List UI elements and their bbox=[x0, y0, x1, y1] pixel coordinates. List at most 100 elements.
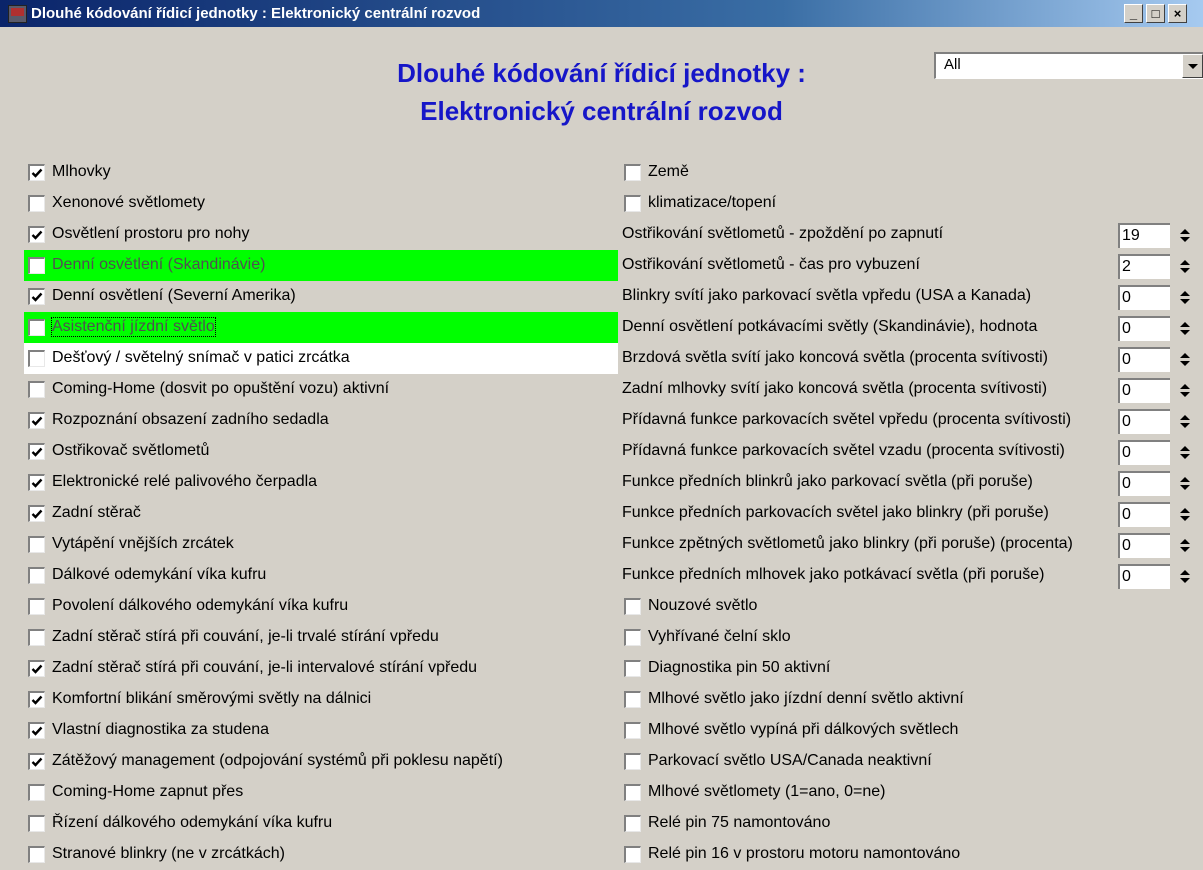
stepper-value[interactable]: 0 bbox=[1118, 564, 1170, 589]
arrow-down-icon[interactable] bbox=[1180, 485, 1190, 490]
stepper-value[interactable]: 0 bbox=[1118, 378, 1170, 403]
left-checkbox-row-6[interactable]: Dešťový / světelný snímač v patici zrcát… bbox=[24, 343, 618, 374]
value-stepper[interactable]: 0 bbox=[1118, 347, 1190, 372]
arrow-up-icon[interactable] bbox=[1180, 384, 1190, 389]
checkbox-checked[interactable] bbox=[28, 288, 45, 305]
checkbox-unchecked[interactable] bbox=[624, 753, 641, 770]
value-stepper[interactable]: 2 bbox=[1118, 254, 1190, 279]
stepper-value[interactable]: 0 bbox=[1118, 471, 1170, 496]
checkbox-unchecked[interactable] bbox=[28, 195, 45, 212]
arrow-down-icon[interactable] bbox=[1180, 392, 1190, 397]
filter-dropdown[interactable]: All bbox=[934, 52, 1203, 79]
value-stepper[interactable]: 0 bbox=[1118, 316, 1190, 341]
checkbox-unchecked[interactable] bbox=[624, 815, 641, 832]
arrow-up-icon[interactable] bbox=[1180, 322, 1190, 327]
checkbox-label: Denní osvětlení (Severní Amerika) bbox=[52, 287, 296, 304]
arrow-up-icon[interactable] bbox=[1180, 508, 1190, 513]
stepper-value[interactable]: 2 bbox=[1118, 254, 1170, 279]
checkbox-checked[interactable] bbox=[28, 164, 45, 181]
arrow-up-icon[interactable] bbox=[1180, 415, 1190, 420]
checkbox-checked[interactable] bbox=[28, 660, 45, 677]
value-stepper[interactable]: 0 bbox=[1118, 471, 1190, 496]
checkbox-label: Komfortní blikání směrovými světly na dá… bbox=[52, 690, 372, 707]
arrow-down-icon[interactable] bbox=[1180, 423, 1190, 428]
checkbox-unchecked[interactable] bbox=[28, 629, 45, 646]
arrow-up-icon[interactable] bbox=[1180, 477, 1190, 482]
arrow-up-icon[interactable] bbox=[1180, 446, 1190, 451]
value-stepper[interactable]: 0 bbox=[1118, 409, 1190, 434]
arrow-down-icon[interactable] bbox=[1180, 578, 1190, 583]
checkbox-label: Zadní stěrač stírá při couvání, je-li tr… bbox=[52, 628, 439, 645]
arrow-up-icon[interactable] bbox=[1180, 260, 1190, 265]
stepper-value[interactable]: 19 bbox=[1118, 223, 1170, 248]
value-stepper[interactable]: 0 bbox=[1118, 533, 1190, 558]
value-stepper[interactable]: 0 bbox=[1118, 378, 1190, 403]
close-button[interactable]: × bbox=[1168, 4, 1187, 23]
checkbox-unchecked[interactable] bbox=[28, 257, 45, 274]
value-stepper[interactable]: 0 bbox=[1118, 440, 1190, 465]
value-stepper[interactable]: 0 bbox=[1118, 285, 1190, 310]
stepper-value[interactable]: 0 bbox=[1118, 347, 1170, 372]
checkbox-unchecked[interactable] bbox=[624, 784, 641, 801]
arrow-up-icon[interactable] bbox=[1180, 570, 1190, 575]
arrow-down-icon[interactable] bbox=[1180, 454, 1190, 459]
value-stepper[interactable]: 0 bbox=[1118, 564, 1190, 589]
checkbox-label: Dešťový / světelný snímač v patici zrcát… bbox=[52, 349, 350, 366]
checkbox-checked[interactable] bbox=[28, 474, 45, 491]
checkbox-unchecked[interactable] bbox=[28, 815, 45, 832]
app-icon[interactable] bbox=[8, 5, 27, 23]
checkbox-checked[interactable] bbox=[28, 226, 45, 243]
checkbox-checked[interactable] bbox=[28, 722, 45, 739]
arrow-down-icon[interactable] bbox=[1180, 237, 1190, 242]
checkbox-unchecked[interactable] bbox=[624, 691, 641, 708]
stepper-value[interactable]: 0 bbox=[1118, 502, 1170, 527]
checkbox-unchecked[interactable] bbox=[28, 536, 45, 553]
stepper-value[interactable]: 0 bbox=[1118, 440, 1170, 465]
checkbox-label: Rozpoznání obsazení zadního sedadla bbox=[52, 411, 329, 428]
checkbox-checked[interactable] bbox=[28, 443, 45, 460]
arrow-down-icon[interactable] bbox=[1180, 268, 1190, 273]
arrow-up-icon[interactable] bbox=[1180, 539, 1190, 544]
checkbox-unchecked[interactable] bbox=[624, 660, 641, 677]
checkbox-unchecked[interactable] bbox=[624, 598, 641, 615]
value-stepper[interactable]: 19 bbox=[1118, 223, 1190, 248]
checkbox-unchecked[interactable] bbox=[624, 164, 641, 181]
minimize-button[interactable]: _ bbox=[1124, 4, 1143, 23]
param-label: Funkce předních parkovacích světel jako … bbox=[622, 504, 1049, 521]
checkbox-unchecked[interactable] bbox=[624, 722, 641, 739]
checkbox-unchecked[interactable] bbox=[624, 195, 641, 212]
maximize-button[interactable]: □ bbox=[1146, 4, 1165, 23]
arrow-up-icon[interactable] bbox=[1180, 229, 1190, 234]
arrow-down-icon[interactable] bbox=[1180, 547, 1190, 552]
checkbox-label: klimatizace/topení bbox=[648, 194, 777, 211]
checkbox-checked[interactable] bbox=[28, 505, 45, 522]
stepper-value[interactable]: 0 bbox=[1118, 316, 1170, 341]
arrow-down-icon[interactable] bbox=[1180, 299, 1190, 304]
checkbox-unchecked[interactable] bbox=[28, 846, 45, 863]
chevron-down-icon[interactable] bbox=[1182, 54, 1203, 78]
stepper-value[interactable]: 0 bbox=[1118, 533, 1170, 558]
stepper-value[interactable]: 0 bbox=[1118, 285, 1170, 310]
arrow-down-icon[interactable] bbox=[1180, 516, 1190, 521]
checkbox-unchecked[interactable] bbox=[28, 784, 45, 801]
arrow-down-icon[interactable] bbox=[1180, 330, 1190, 335]
arrow-down-icon[interactable] bbox=[1180, 361, 1190, 366]
stepper-value[interactable]: 0 bbox=[1118, 409, 1170, 434]
checkbox-unchecked[interactable] bbox=[28, 567, 45, 584]
checkbox-label: Stranové blinkry (ne v zrcátkách) bbox=[52, 845, 285, 862]
arrow-up-icon[interactable] bbox=[1180, 291, 1190, 296]
left-checkbox-row-3[interactable]: Denní osvětlení (Skandinávie) bbox=[24, 250, 618, 281]
checkbox-checked[interactable] bbox=[28, 753, 45, 770]
checkbox-unchecked[interactable] bbox=[28, 319, 45, 336]
checkbox-unchecked[interactable] bbox=[624, 846, 641, 863]
checkbox-unchecked[interactable] bbox=[28, 381, 45, 398]
checkbox-checked[interactable] bbox=[28, 412, 45, 429]
checkbox-label: Ostřikovač světlometů bbox=[52, 442, 210, 459]
checkbox-unchecked[interactable] bbox=[624, 629, 641, 646]
checkbox-unchecked[interactable] bbox=[28, 598, 45, 615]
checkbox-checked[interactable] bbox=[28, 691, 45, 708]
value-stepper[interactable]: 0 bbox=[1118, 502, 1190, 527]
arrow-up-icon[interactable] bbox=[1180, 353, 1190, 358]
checkbox-unchecked[interactable] bbox=[28, 350, 45, 367]
left-checkbox-row-5[interactable]: Asistenční jízdní světlo bbox=[24, 312, 618, 343]
